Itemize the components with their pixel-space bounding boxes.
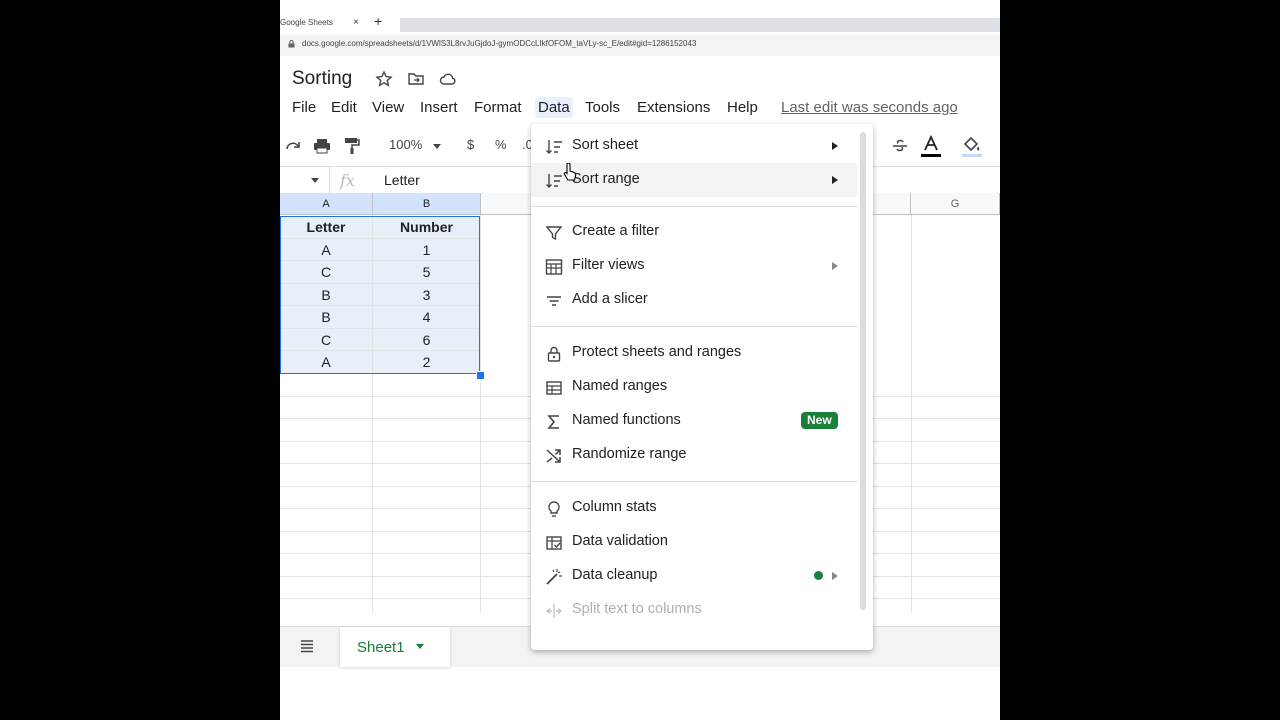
strikethrough-icon[interactable] <box>892 138 908 154</box>
menu-divider <box>531 206 857 207</box>
zoom-caret-icon[interactable] <box>433 144 441 149</box>
menu-item-protect-sheets[interactable]: Protect sheets and ranges <box>531 336 857 370</box>
lightbulb-icon <box>548 501 560 517</box>
slicer-icon <box>547 296 561 306</box>
column-header-a[interactable]: A <box>280 193 373 215</box>
last-edit-link[interactable]: Last edit was seconds ago <box>781 99 958 116</box>
menu-extensions[interactable]: Extensions <box>637 99 710 116</box>
column-header-g[interactable]: G <box>911 193 1000 215</box>
fill-color-icon[interactable] <box>962 135 982 159</box>
menu-insert[interactable]: Insert <box>420 99 458 116</box>
sheet-tab-label: Sheet1 <box>357 639 405 656</box>
menu-item-label: Sort range <box>572 171 640 187</box>
menu-help[interactable]: Help <box>727 99 758 116</box>
menu-data[interactable]: Data <box>535 97 573 118</box>
submenu-arrow-icon <box>832 142 838 150</box>
menu-item-label: Split text to columns <box>572 601 702 617</box>
new-badge: New <box>801 412 838 429</box>
filter-views-icon <box>545 259 563 275</box>
menu-scrollbar[interactable] <box>860 132 866 610</box>
new-tab-button[interactable]: + <box>374 13 382 29</box>
menu-view[interactable]: View <box>372 99 404 116</box>
formula-bar-divider <box>329 167 330 193</box>
menu-item-named-functions[interactable]: Named functions New <box>531 404 857 438</box>
filter-icon <box>545 226 563 241</box>
column-header-b[interactable]: B <box>373 193 481 215</box>
menu-item-sort-range[interactable]: Sort range <box>531 163 857 197</box>
menu-item-label: Add a slicer <box>572 291 648 307</box>
url-text: docs.google.com/spreadsheets/d/1VWlS3L8r… <box>302 39 697 48</box>
menu-format[interactable]: Format <box>474 99 522 116</box>
redo-icon[interactable] <box>284 138 302 154</box>
menu-tools[interactable]: Tools <box>585 99 620 116</box>
menu-item-data-cleanup[interactable]: Data cleanup <box>531 559 857 593</box>
menu-item-add-slicer[interactable]: Add a slicer <box>531 283 857 317</box>
menu-item-label: Protect sheets and ranges <box>572 344 742 360</box>
data-menu-dropdown: Sort sheet Sort range Create a filter Fi… <box>531 124 873 650</box>
split-icon <box>545 604 563 618</box>
magic-wand-icon <box>546 569 562 585</box>
all-sheets-icon[interactable] <box>300 639 314 653</box>
zoom-select[interactable]: 100% <box>389 137 422 152</box>
menu-item-randomize-range[interactable]: Randomize range <box>531 438 857 472</box>
paint-format-icon[interactable] <box>344 137 360 155</box>
print-icon[interactable] <box>313 137 331 155</box>
mouse-cursor-icon <box>563 163 577 181</box>
menu-item-label: Named functions <box>572 412 681 428</box>
menu-item-sort-sheet[interactable]: Sort sheet <box>531 129 857 163</box>
menu-item-label: Data validation <box>572 533 668 549</box>
browser-window: Google Sheets × + docs.google.com/spread… <box>280 0 1000 720</box>
submenu-arrow-icon <box>832 176 838 184</box>
menu-edit[interactable]: Edit <box>331 99 357 116</box>
document-title[interactable]: Sorting <box>292 68 352 90</box>
submenu-arrow-icon <box>832 572 838 580</box>
menu-item-named-ranges[interactable]: Named ranges <box>531 370 857 404</box>
named-ranges-icon <box>546 381 562 395</box>
menu-item-create-filter[interactable]: Create a filter <box>531 215 857 249</box>
grid-col-line <box>911 215 912 613</box>
grid-col-line <box>480 215 481 613</box>
menu-file[interactable]: File <box>292 99 316 116</box>
submenu-arrow-icon <box>832 262 838 270</box>
menu-item-label: Randomize range <box>572 446 687 462</box>
percent-format-button[interactable]: % <box>495 137 507 152</box>
text-color-icon[interactable] <box>921 135 941 159</box>
menu-item-filter-views[interactable]: Filter views <box>531 249 857 283</box>
address-bar[interactable]: docs.google.com/spreadsheets/d/1VWlS3L8r… <box>280 34 1000 56</box>
status-dot <box>814 571 823 580</box>
data-validation-icon <box>546 536 562 550</box>
menu-divider <box>531 326 857 327</box>
sort-icon <box>546 174 562 188</box>
move-folder-icon[interactable] <box>407 70 425 88</box>
menu-item-label: Create a filter <box>572 223 660 239</box>
menu-item-split-text: Split text to columns <box>531 593 857 627</box>
currency-format-button[interactable]: $ <box>467 137 474 152</box>
sigma-icon <box>547 415 559 429</box>
name-box-caret-icon[interactable] <box>311 178 319 183</box>
menu-item-label: Named ranges <box>572 378 668 394</box>
menu-item-column-stats[interactable]: Column stats <box>531 491 857 525</box>
formula-input[interactable]: Letter <box>384 172 420 188</box>
lock-icon <box>288 40 295 48</box>
menu-item-label: Filter views <box>572 257 645 273</box>
menu-item-data-validation[interactable]: Data validation <box>531 525 857 559</box>
star-icon[interactable] <box>375 70 393 88</box>
lock-icon <box>547 346 561 362</box>
menu-divider <box>531 481 857 482</box>
cloud-status-icon[interactable] <box>439 70 457 88</box>
sheet-tab-caret-icon[interactable] <box>416 644 424 649</box>
menu-item-label: Data cleanup <box>572 567 658 583</box>
tab-strip-background <box>400 18 1000 32</box>
tab-close-icon[interactable]: × <box>353 16 359 30</box>
shuffle-icon <box>546 449 561 463</box>
sort-icon <box>546 140 562 154</box>
menu-item-label: Sort sheet <box>572 137 639 153</box>
sheet-tab-sheet1[interactable]: Sheet1 <box>340 627 450 667</box>
browser-tab-title: Google Sheets <box>280 18 333 27</box>
menu-item-label: Column stats <box>572 499 657 515</box>
fx-icon: fx <box>340 171 355 190</box>
selection-outline <box>280 216 480 374</box>
fill-handle[interactable] <box>476 371 485 380</box>
tab-strip: Google Sheets × + <box>280 0 1000 34</box>
